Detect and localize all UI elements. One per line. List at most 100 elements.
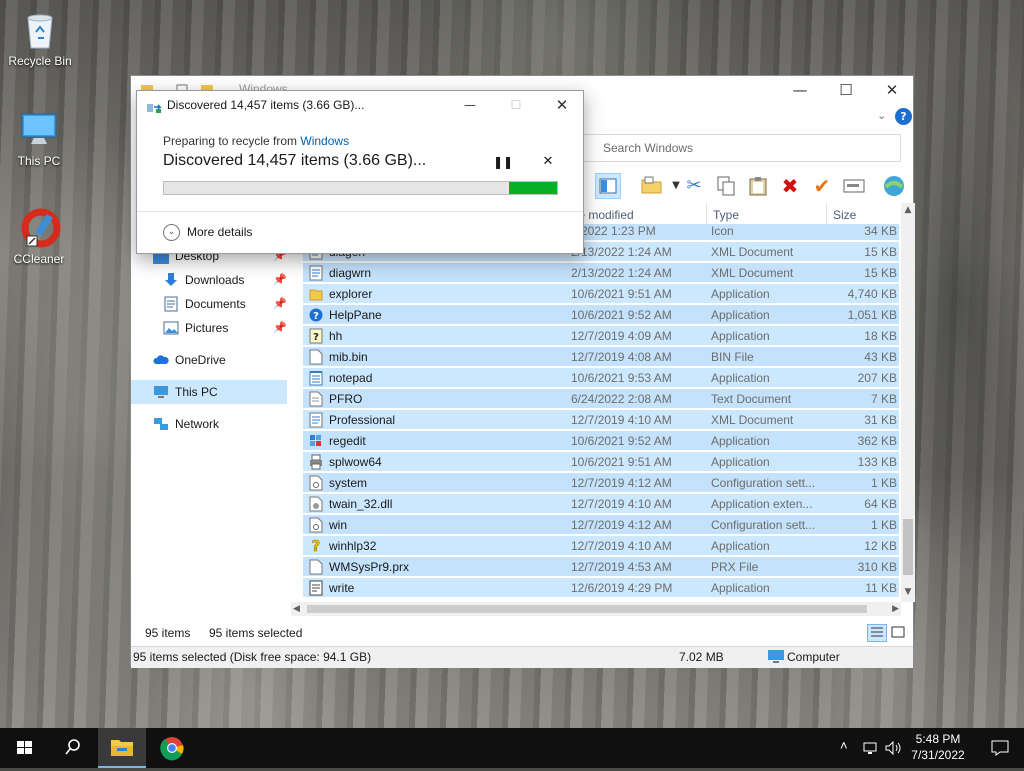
clock-time: 5:48 PM: [915, 732, 961, 746]
more-details-label: More details: [187, 225, 253, 239]
pause-button[interactable]: ❚❚: [493, 153, 513, 171]
file-name: HelpPane: [329, 308, 382, 322]
file-row[interactable]: ? hh 12/7/2019 4:09 AM Application 18 KB: [303, 326, 899, 346]
horizontal-scrollbar[interactable]: ◀ ▶: [291, 602, 901, 616]
file-row[interactable]: Professional 12/7/2019 4:10 AM XML Documen…: [303, 410, 899, 430]
scroll-thumb[interactable]: [307, 605, 867, 613]
file-size: 12 KB: [864, 539, 897, 553]
minimize-button[interactable]: —: [777, 76, 823, 106]
start-button[interactable]: [0, 728, 48, 768]
scroll-right-arrow-icon[interactable]: ▶: [892, 602, 899, 616]
cancel-operation-button[interactable]: ✕: [539, 153, 557, 171]
scroll-left-arrow-icon[interactable]: ◀: [293, 602, 300, 616]
maximize-button[interactable]: ☐: [823, 76, 869, 106]
file-type: Icon: [711, 224, 734, 238]
file-size: 1 KB: [870, 476, 897, 490]
internet-options-button[interactable]: [881, 173, 907, 199]
file-row[interactable]: ? winhlp32 12/7/2019 4:10 AM Application 12 …: [303, 536, 899, 556]
new-folder-icon: [641, 176, 662, 194]
copy-button[interactable]: [713, 173, 739, 199]
nav-item-onedrive[interactable]: OneDrive: [153, 348, 287, 372]
volume-icon[interactable]: [884, 740, 902, 756]
xml-icon: [309, 265, 323, 281]
search-button[interactable]: [48, 728, 96, 768]
nav-item-pictures[interactable]: Pictures 📌: [163, 316, 287, 340]
file-row[interactable]: PFRO 6/24/2022 2:08 AM Text Document 7 KB: [303, 389, 899, 409]
file-name: winhlp32: [329, 539, 377, 553]
taskbar-chrome[interactable]: [148, 728, 196, 768]
notification-icon: [991, 740, 1009, 756]
file-row[interactable]: ? HelpPane 10/6/2021 9:52 AM Application 1,0…: [303, 305, 899, 325]
svg-text:?: ?: [312, 538, 321, 554]
ribbon-collapse-chevron-icon[interactable]: ⌄: [877, 109, 886, 122]
taskbar-file-explorer[interactable]: [98, 728, 146, 768]
file-row[interactable]: WMSysPr9.prx 12/7/2019 4:53 AM PRX File 310…: [303, 557, 899, 577]
file-row[interactable]: splwow64 10/6/2021 9:51 AM Application 133 …: [303, 452, 899, 472]
file-row[interactable]: diagwrn 2/13/2022 1:24 AM XML Document 15 K…: [303, 263, 899, 283]
desktop-icon-this-pc[interactable]: This PC: [1, 108, 77, 168]
details-view-button[interactable]: [867, 624, 887, 642]
help-button[interactable]: ?: [895, 108, 912, 125]
svg-text:?: ?: [313, 311, 319, 322]
new-folder-button[interactable]: [639, 173, 665, 199]
nav-item-network[interactable]: Network: [153, 412, 287, 436]
file-row[interactable]: twain_32.dll 12/7/2019 4:10 AM Application…: [303, 494, 899, 514]
paste-button[interactable]: [745, 173, 771, 199]
file-date-modified: 12/7/2019 4:08 AM: [571, 350, 672, 364]
maximize-icon: ☐: [510, 98, 522, 112]
action-center-button[interactable]: [976, 728, 1024, 768]
clock[interactable]: 5:48 PM 7/31/2022: [906, 728, 970, 768]
file-type: Application: [711, 287, 770, 301]
file-date-modified: 12/7/2019 4:12 AM: [571, 476, 672, 490]
clipboard-icon: [749, 177, 767, 196]
network-icon: [154, 418, 168, 430]
search-input[interactable]: Search Windows: [582, 134, 901, 162]
write-icon: [309, 580, 323, 596]
file-row[interactable]: explorer 10/6/2021 9:51 AM Application 4,74…: [303, 284, 899, 304]
close-window-button[interactable]: ✕: [869, 76, 915, 106]
cut-button[interactable]: ✂: [681, 173, 707, 199]
selected-count: 95 items selected: [209, 626, 303, 640]
file-row[interactable]: notepad 10/6/2021 9:53 AM Application 207 K…: [303, 368, 899, 388]
help-yellow-icon: ?: [311, 538, 321, 554]
dialog-separator: [137, 211, 583, 212]
file-row[interactable]: mib.bin 12/7/2019 4:08 AM BIN File 43 KB: [303, 347, 899, 367]
delete-button[interactable]: ✖: [777, 173, 803, 199]
show-hidden-icons-chevron-icon[interactable]: ˄: [840, 738, 848, 753]
file-row[interactable]: win 12/7/2019 4:12 AM Configuration sett..…: [303, 515, 899, 535]
documents-icon: [164, 296, 178, 312]
file-row[interactable]: regedit 10/6/2021 9:52 AM Application 362 K…: [303, 431, 899, 451]
dialog-close-button[interactable]: ✕: [545, 93, 579, 117]
cloud-icon: [153, 355, 169, 364]
file-date-modified: 2/2022 1:23 PM: [571, 224, 656, 238]
file-name: splwow64: [329, 455, 382, 469]
file-row[interactable]: write 12/6/2019 4:29 PM Application 11 KB: [303, 578, 899, 598]
file-row[interactable]: system 12/7/2019 4:12 AM Configuration set…: [303, 473, 899, 493]
scroll-thumb[interactable]: [903, 519, 913, 575]
scroll-down-arrow-icon[interactable]: ▼: [901, 585, 915, 599]
scroll-up-arrow-icon[interactable]: ▲: [901, 203, 915, 217]
preview-pane-button[interactable]: [595, 173, 621, 199]
properties-check-button[interactable]: ✔: [809, 173, 835, 199]
nav-item-documents[interactable]: Documents 📌: [163, 292, 287, 316]
file-date-modified: 6/24/2022 2:08 AM: [571, 392, 672, 406]
nav-item-downloads[interactable]: Downloads 📌: [163, 268, 287, 292]
file-type: XML Document: [711, 245, 794, 259]
nav-item-this-pc[interactable]: This PC: [131, 380, 287, 404]
rename-icon: [843, 179, 865, 193]
navigation-pane: Desktop 📌 Downloads 📌 Documents 📌 Pictur…: [131, 246, 287, 626]
pin-icon: 📌: [273, 298, 287, 310]
dialog-minimize-button[interactable]: —: [453, 93, 487, 117]
source-folder-link[interactable]: Windows: [300, 134, 349, 148]
rename-button[interactable]: [841, 173, 867, 199]
file-size: 43 KB: [864, 350, 897, 364]
vertical-scrollbar[interactable]: ▲ ▼: [901, 203, 915, 602]
desktop-icon-recycle-bin[interactable]: Recycle Bin: [2, 8, 78, 68]
progress-bar: [163, 181, 558, 195]
regedit-icon: [310, 435, 321, 446]
file-size: 31 KB: [864, 413, 897, 427]
network-status-icon[interactable]: [862, 740, 878, 756]
desktop-icon-ccleaner[interactable]: CCleaner: [1, 206, 77, 266]
file-name: mib.bin: [329, 350, 368, 364]
large-icons-view-button[interactable]: [889, 624, 909, 642]
